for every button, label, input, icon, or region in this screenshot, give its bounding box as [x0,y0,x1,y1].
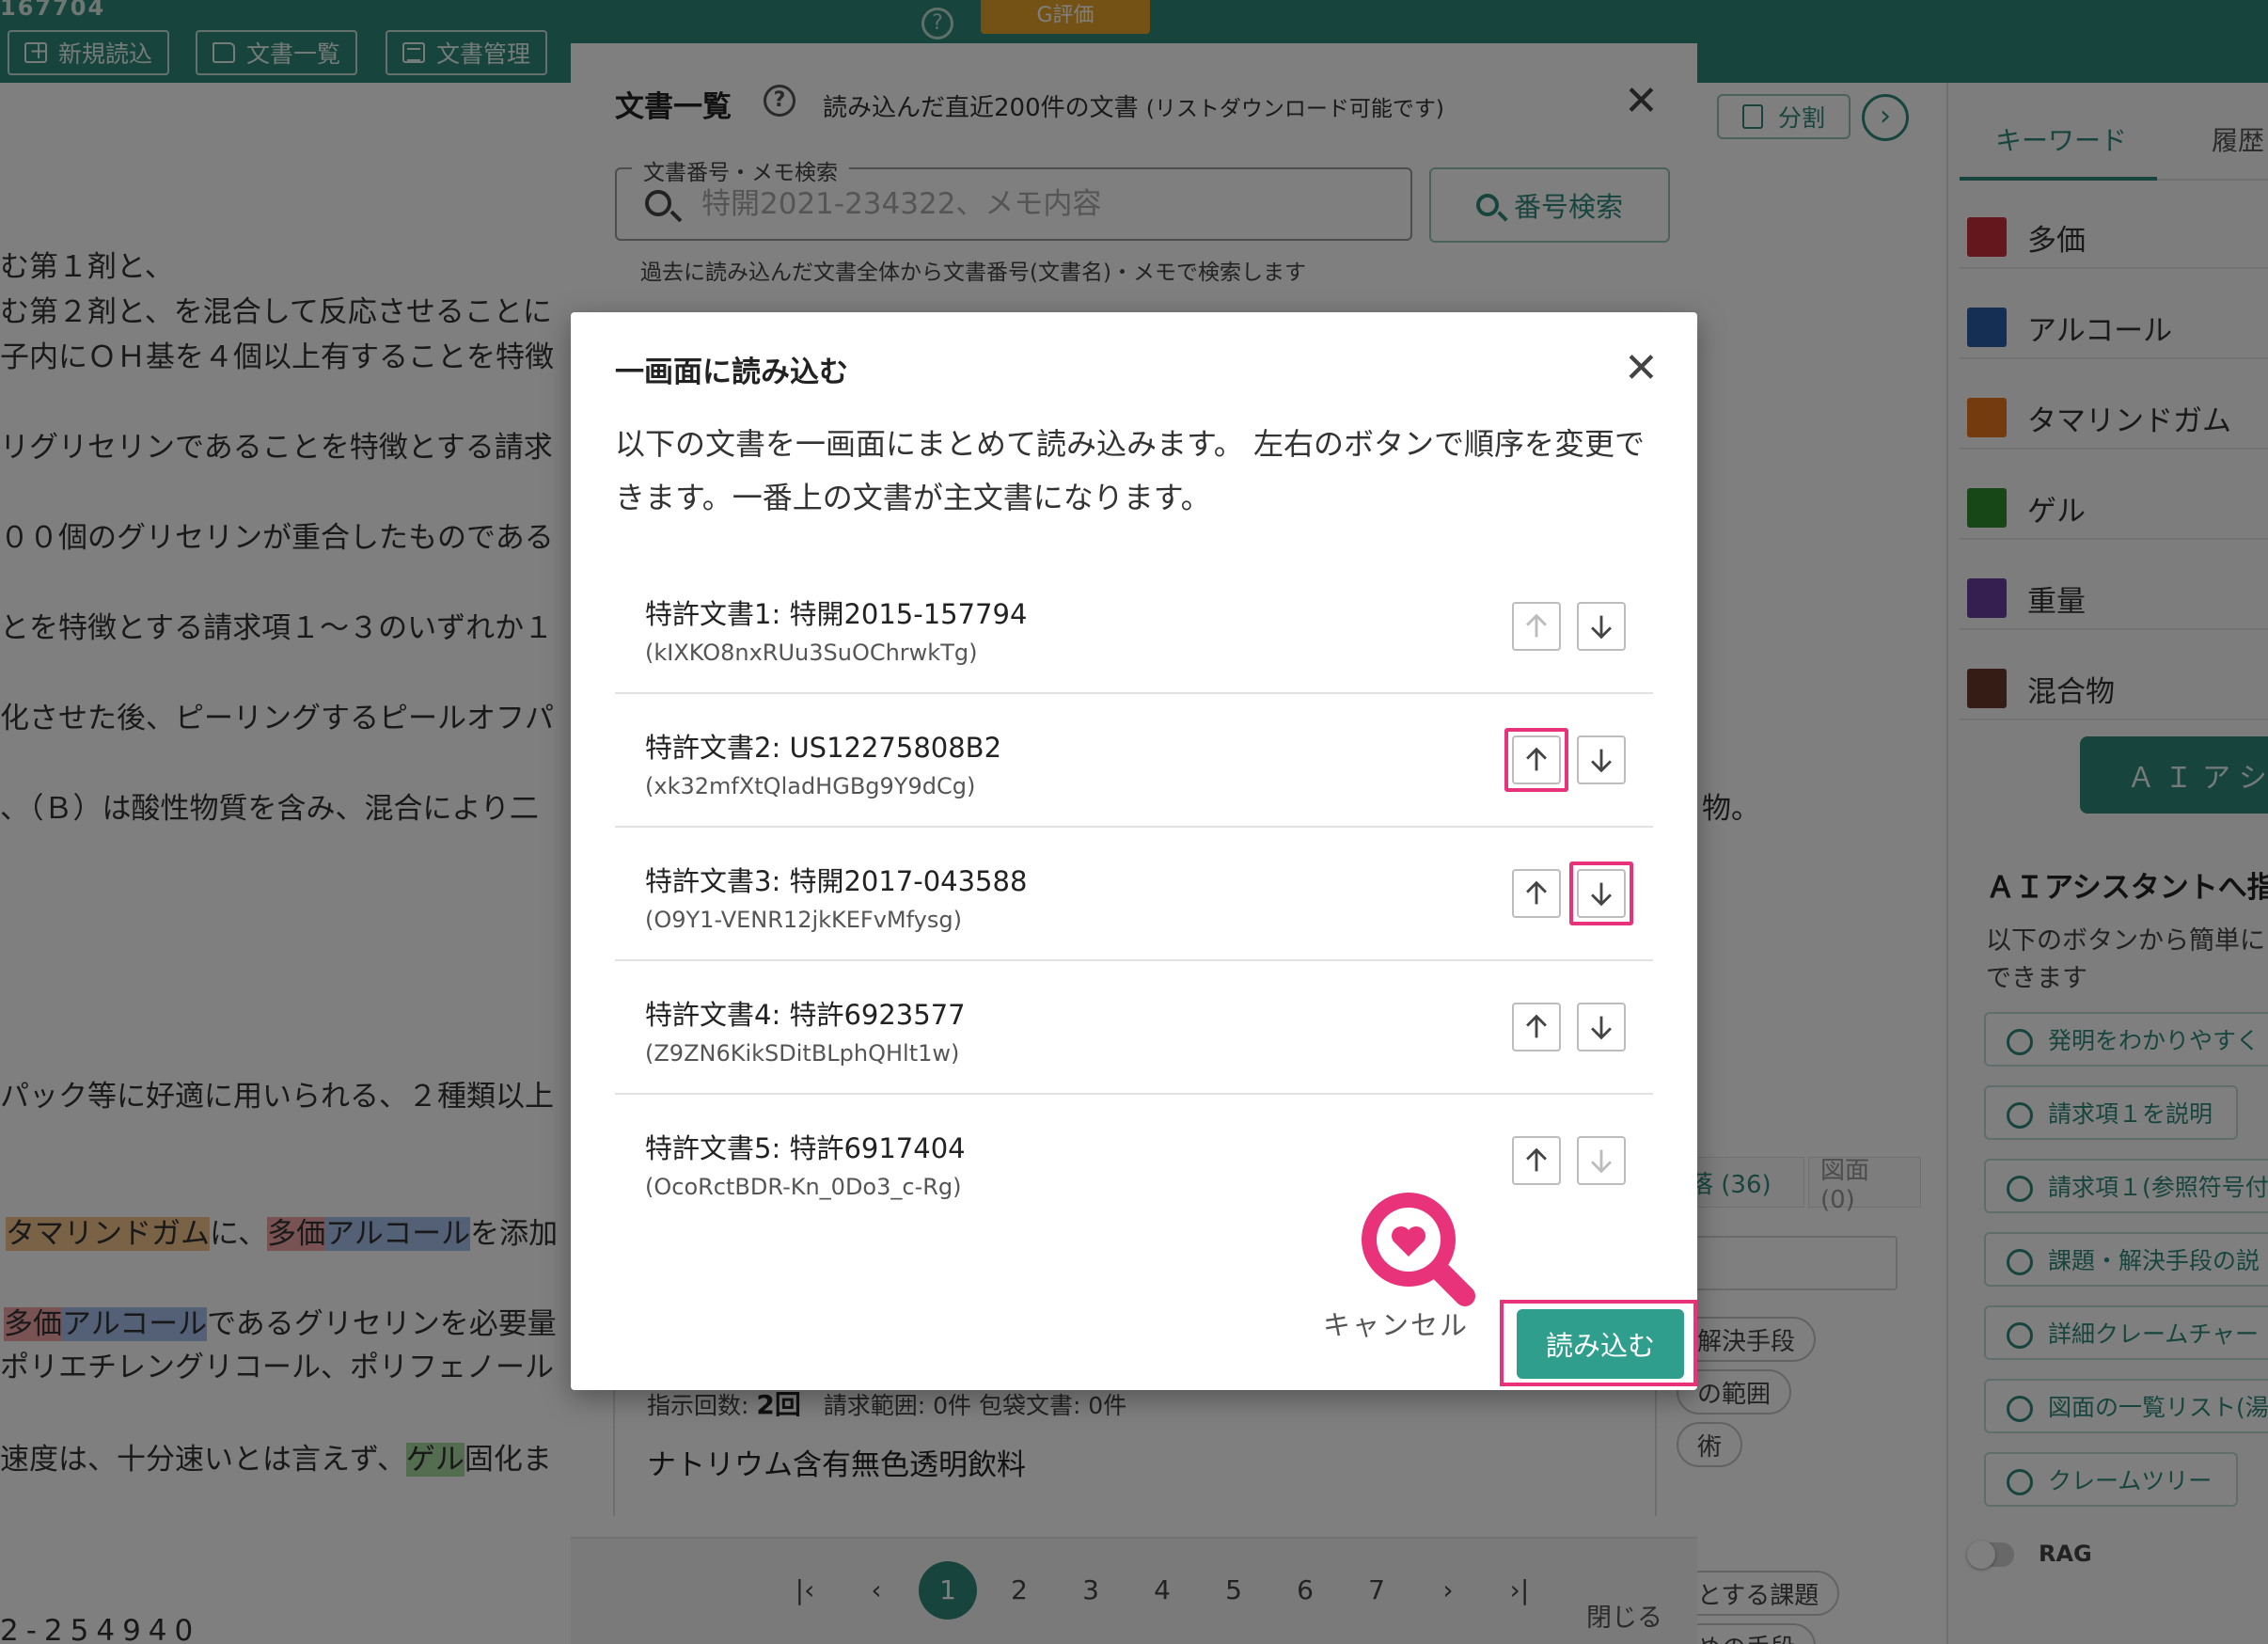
move-up-button[interactable] [1512,869,1561,918]
move-down-button[interactable] [1577,1136,1626,1185]
move-up-button[interactable] [1512,1003,1561,1051]
document-id: (kIXKO8nxRUu3SuOChrwkTg) [645,640,978,666]
arrow-down-icon [1591,1016,1612,1040]
arrow-up-icon [1526,880,1547,905]
dialog-title: 一画面に読み込む [615,356,848,389]
arrow-up-icon [1526,1147,1547,1172]
move-down-button[interactable] [1577,735,1626,784]
document-id: (xk32mfXtQladHGBg9Y9dCg) [645,773,976,799]
dialog-description: 以下の文書を一画面にまとめて読み込みます。 左右のボタンで順序を変更できます。一… [615,426,1645,515]
document-row: 特許文書5: 特許6917404 (OcoRctBDR-Kn_0Do3_c-Rg… [615,1095,1653,1228]
load-button-highlight [1500,1300,1697,1386]
document-row: 特許文書4: 特許6923577 (Z9ZN6KikSDitBLphQHlt1w… [615,961,1653,1095]
arrow-down-icon [1591,749,1612,773]
focus-highlight [1569,862,1633,925]
document-name: 特許文書5: 特許6917404 [645,1132,966,1164]
arrow-down-icon [1591,1149,1612,1174]
arrow-up-icon [1526,1014,1547,1038]
document-name: 特許文書3: 特開2017-043588 [645,865,1028,897]
move-down-button[interactable] [1577,1003,1626,1051]
move-up-button[interactable] [1512,602,1561,651]
document-name: 特許文書4: 特許6923577 [645,999,966,1031]
arrow-down-icon [1591,615,1612,640]
document-name: 特許文書1: 特開2015-157794 [645,598,1028,630]
click-marker-icon [1362,1193,1475,1306]
document-id: (OcoRctBDR-Kn_0Do3_c-Rg) [645,1174,962,1200]
document-name: 特許文書2: US12275808B2 [645,732,1002,764]
document-row: 特許文書2: US12275808B2 (xk32mfXtQladHGBg9Y9… [615,694,1653,828]
load-one-screen-dialog: 一画面に読み込む ✕ 以下の文書を一画面にまとめて読み込みます。 左右のボタンで… [571,312,1697,1390]
document-row: 特許文書3: 特開2017-043588 (O9Y1-VENR12jkKEFvM… [615,828,1653,961]
document-id: (O9Y1-VENR12jkKEFvMfysg) [645,907,962,933]
move-down-button[interactable] [1577,602,1626,651]
document-id: (Z9ZN6KikSDitBLphQHlt1w) [645,1040,960,1067]
move-up-button[interactable] [1512,1136,1561,1185]
focus-highlight [1504,728,1568,792]
close-icon[interactable]: ✕ [1624,344,1659,392]
document-row: 特許文書1: 特開2015-157794 (kIXKO8nxRUu3SuOChr… [615,561,1653,694]
arrow-up-icon [1526,613,1547,638]
